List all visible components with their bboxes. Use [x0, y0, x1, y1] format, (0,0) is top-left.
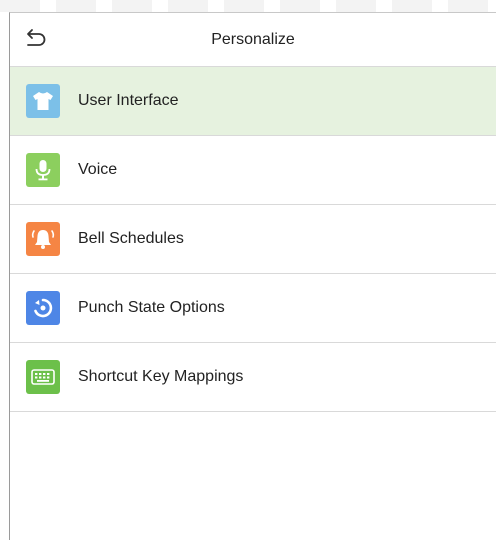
keyboard-icon — [31, 369, 55, 385]
user-interface-icon-box — [26, 84, 60, 118]
menu-item-shortcut-key-mappings[interactable]: Shortcut Key Mappings — [10, 343, 496, 412]
bell-schedules-icon-box — [26, 222, 60, 256]
personalize-screen: Personalize User Interface Voice Bell Sc… — [9, 12, 496, 540]
shirt-icon — [33, 92, 53, 110]
menu-item-label: Shortcut Key Mappings — [78, 368, 244, 385]
menu-item-user-interface[interactable]: User Interface — [10, 67, 496, 136]
voice-icon-box — [26, 153, 60, 187]
menu-item-punch-state-options[interactable]: Punch State Options — [10, 274, 496, 343]
background-strip — [0, 0, 496, 12]
page-title: Personalize — [211, 30, 295, 48]
header-bar: Personalize — [10, 13, 496, 67]
punch-state-icon-box — [26, 291, 60, 325]
punch-state-icon — [34, 298, 53, 318]
microphone-icon — [35, 160, 51, 181]
menu-item-bell-schedules[interactable]: Bell Schedules — [10, 205, 496, 274]
menu-item-voice[interactable]: Voice — [10, 136, 496, 205]
back-button[interactable] — [20, 25, 50, 53]
menu-item-label: User Interface — [78, 92, 179, 109]
menu-item-label: Bell Schedules — [78, 230, 184, 247]
bell-icon — [31, 230, 55, 249]
menu-item-label: Voice — [78, 161, 118, 178]
menu-item-label: Punch State Options — [78, 299, 225, 316]
shortcut-key-icon-box — [26, 360, 60, 394]
back-arrow-icon — [24, 28, 46, 51]
